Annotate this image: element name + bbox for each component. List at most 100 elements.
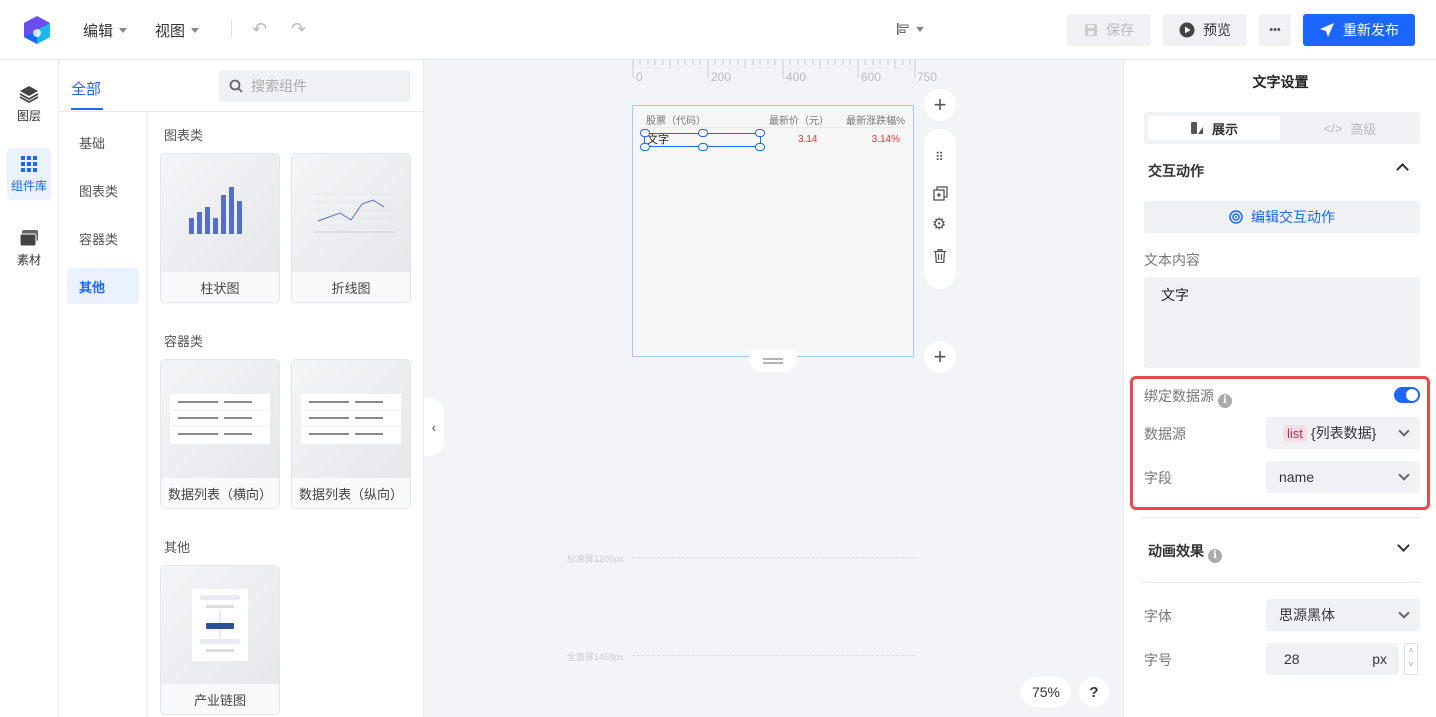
font-size-input[interactable]: 28 px: [1266, 643, 1399, 675]
align-menu[interactable]: [896, 22, 924, 36]
datasource-value: {列表数据}: [1310, 425, 1377, 441]
edit-interaction-button[interactable]: 编辑交互动作: [1144, 201, 1420, 233]
drag-handle-icon: [763, 358, 783, 364]
more-icon: •••: [1269, 24, 1281, 36]
component-card-line-chart[interactable]: 折线图: [291, 153, 411, 303]
resize-handle[interactable]: [698, 143, 708, 151]
category-basic[interactable]: 基础: [67, 124, 139, 160]
republish-button[interactable]: 重新发布: [1303, 14, 1415, 46]
font-select[interactable]: 思源黑体: [1266, 599, 1420, 631]
font-size-stepper[interactable]: ˄ ˅: [1404, 643, 1418, 675]
edit-interaction-label: 编辑交互动作: [1251, 209, 1335, 225]
resize-page-handle[interactable]: [749, 350, 797, 372]
delete-trash-icon[interactable]: [934, 249, 946, 263]
column-header: 股票（代码）: [646, 116, 706, 127]
element-toolbar: ⠿ ⚙: [924, 129, 956, 289]
collapse-panel-button[interactable]: ‹: [424, 398, 444, 456]
bind-datasource-toggle[interactable]: [1394, 387, 1420, 403]
grid-icon: [21, 155, 37, 172]
edit-menu[interactable]: 编辑: [83, 20, 128, 41]
field-value: name: [1279, 469, 1315, 485]
info-icon: i: [1218, 393, 1232, 408]
resize-handle[interactable]: [640, 129, 650, 137]
column-header: 最新涨跌幅%: [846, 116, 905, 127]
active-tab-indicator: [71, 108, 103, 110]
font-size-unit: px: [1372, 651, 1387, 667]
target-icon: [1229, 210, 1243, 224]
divider: [1142, 517, 1420, 518]
zoom-level-button[interactable]: 75%: [1021, 677, 1071, 707]
preview-button[interactable]: 预览: [1163, 14, 1247, 46]
resize-handle[interactable]: [640, 143, 650, 151]
category-other[interactable]: 其他: [67, 268, 139, 304]
rail-label: 组件库: [10, 178, 47, 193]
chevron-down-icon[interactable]: [1397, 539, 1410, 552]
undo-icon[interactable]: ↶: [252, 19, 267, 40]
tab-all[interactable]: 全部: [71, 78, 101, 99]
section-title: 其他: [164, 540, 191, 555]
search-input[interactable]: 搜索组件: [219, 70, 410, 102]
price-value: 3.14: [798, 134, 818, 145]
redo-icon[interactable]: ↷: [291, 19, 306, 40]
text-content-label: 文本内容: [1144, 252, 1200, 268]
component-card-bar-chart[interactable]: 柱状图: [160, 153, 280, 303]
drag-icon[interactable]: ⠿: [935, 151, 945, 163]
line-chart-thumbnail-icon: [314, 193, 394, 233]
play-icon: [1179, 22, 1195, 38]
component-label: 数据列表（横向）: [161, 478, 279, 508]
rail-item-layers[interactable]: 图层: [7, 78, 51, 130]
datasource-select[interactable]: list {列表数据}: [1266, 417, 1420, 449]
chevron-down-icon: [1398, 425, 1410, 437]
component-card-industry-chain[interactable]: 产业链图: [160, 565, 280, 715]
add-below-button[interactable]: +: [924, 341, 956, 373]
section-interaction: 交互动作: [1148, 163, 1204, 179]
tab-display[interactable]: 展示: [1148, 116, 1280, 140]
category-containers[interactable]: 容器类: [67, 220, 139, 256]
guide-label-standard: 标准屏1206px: [567, 554, 624, 564]
more-button[interactable]: •••: [1259, 14, 1291, 46]
datasource-label: 数据源: [1144, 426, 1186, 442]
component-card-data-list-horizontal[interactable]: 数据列表（横向）: [160, 359, 280, 509]
left-rail: 图层 组件库 素材: [0, 60, 59, 717]
panel-tabs: 展示 </> 高级: [1144, 112, 1420, 144]
canvas-page[interactable]: 股票（代码） 最新价（元） 最新涨跌幅% 文字 3.14 3.14%: [632, 105, 914, 357]
divider: [147, 112, 148, 717]
display-icon: [1190, 122, 1203, 134]
section-animation[interactable]: 动画效果 i: [1148, 541, 1222, 563]
font-value: 思源黑体: [1279, 607, 1335, 623]
code-icon: </>: [1323, 120, 1343, 136]
ruler-label: 400: [786, 70, 807, 84]
add-above-button[interactable]: +: [924, 89, 956, 121]
caret-down-icon: [119, 28, 128, 33]
animation-label: 动画效果: [1148, 543, 1204, 559]
data-list-thumbnail-icon: [170, 394, 270, 444]
field-select[interactable]: name: [1266, 461, 1420, 493]
resize-handle[interactable]: [698, 129, 708, 137]
search-icon: [229, 79, 243, 93]
ruler-label: 0: [636, 70, 643, 84]
view-menu[interactable]: 视图: [155, 20, 200, 41]
duplicate-icon[interactable]: [933, 186, 948, 201]
settings-gear-icon[interactable]: ⚙: [932, 214, 946, 234]
resize-handle[interactable]: [755, 143, 765, 151]
edit-menu-label: 编辑: [83, 23, 114, 40]
selected-text-element[interactable]: 文字: [640, 129, 765, 151]
republish-label: 重新发布: [1343, 22, 1399, 38]
stepper-down-icon[interactable]: ˅: [1405, 658, 1417, 672]
section-title: 图表类: [164, 128, 204, 143]
help-button[interactable]: ?: [1079, 677, 1109, 707]
chevron-up-icon[interactable]: [1396, 163, 1409, 176]
save-button[interactable]: 保存: [1067, 14, 1151, 46]
rail-item-components[interactable]: 组件库: [7, 148, 51, 200]
text-content-textarea[interactable]: 文字: [1144, 277, 1420, 368]
category-charts[interactable]: 图表类: [67, 172, 139, 208]
stepper-up-icon[interactable]: ˄: [1405, 644, 1417, 658]
save-label: 保存: [1106, 22, 1134, 38]
component-card-data-list-vertical[interactable]: 数据列表（纵向）: [291, 359, 411, 509]
caret-down-icon: [916, 26, 924, 32]
industry-chain-thumbnail-icon: [192, 589, 248, 661]
rail-item-assets[interactable]: 素材: [7, 222, 51, 274]
tab-advanced[interactable]: </> 高级: [1284, 116, 1416, 140]
resize-handle[interactable]: [755, 129, 765, 137]
save-icon: [1085, 24, 1097, 36]
